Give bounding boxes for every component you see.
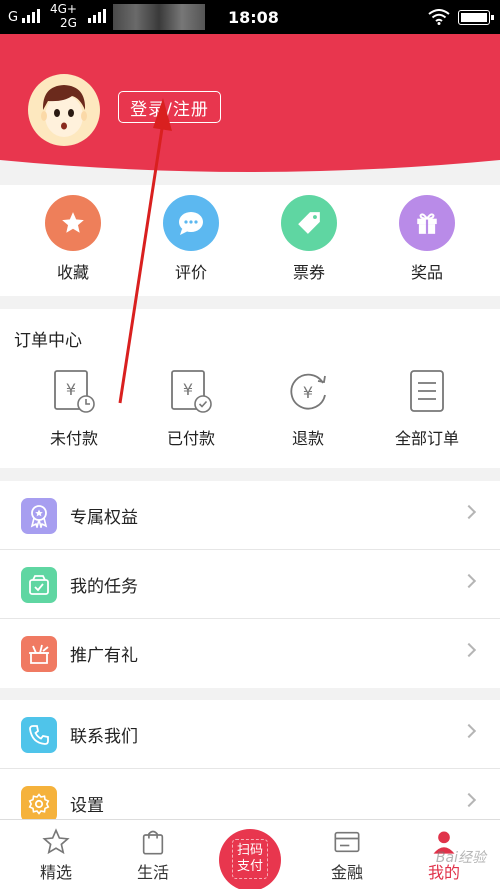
gift-icon xyxy=(399,195,455,251)
order-refund[interactable]: ¥ 退款 xyxy=(253,369,363,449)
status-bar: G 4G+ 2G 18:08 xyxy=(0,0,500,34)
menu-item-referral-rewards[interactable]: 推广有礼 xyxy=(0,619,500,688)
chevron-right-icon xyxy=(461,792,477,808)
signal-icon xyxy=(22,9,40,23)
order-list-icon xyxy=(410,370,444,412)
order-center-title: 订单中心 xyxy=(14,331,82,351)
menu-item-exclusive-benefits[interactable]: 专属权益 xyxy=(0,481,500,550)
menu-group-support: 联系我们 设置 xyxy=(0,700,500,819)
profile-header: 登录/注册 xyxy=(0,34,500,184)
star-outline-icon xyxy=(42,828,70,855)
quick-actions: 收藏 评价 票券 奖品 xyxy=(0,185,500,296)
quick-action-label: 票券 xyxy=(292,263,325,282)
chevron-right-icon xyxy=(461,642,477,658)
menu-item-contact-us[interactable]: 联系我们 xyxy=(0,700,500,769)
task-box-icon xyxy=(21,567,57,603)
yen-refund-icon: ¥ xyxy=(290,373,326,410)
tab-label: 精选 xyxy=(39,863,72,882)
login-register-button[interactable]: 登录/注册 xyxy=(118,91,221,123)
clock: 18:08 xyxy=(228,8,279,27)
ticket-tag-icon xyxy=(281,195,337,251)
card-icon xyxy=(334,831,360,853)
avatar[interactable] xyxy=(28,74,100,146)
bottom-nav: 精选 生活 扫码 支付 金融 我的 Bai经验 xyxy=(0,819,500,889)
order-unpaid[interactable]: ¥ 未付款 xyxy=(19,369,129,449)
network-type-primary: 4G+ xyxy=(50,2,77,16)
menu-item-my-tasks[interactable]: 我的任务 xyxy=(0,550,500,619)
shopping-bag-icon xyxy=(142,830,164,855)
phone-icon xyxy=(21,717,57,753)
tab-featured[interactable]: 精选 xyxy=(16,828,96,883)
order-all[interactable]: 全部订单 xyxy=(372,369,482,449)
carrier-label: G xyxy=(8,10,19,25)
tab-label: 生活 xyxy=(136,863,169,882)
svg-text:¥: ¥ xyxy=(183,380,193,399)
chat-bubble-icon xyxy=(163,195,219,251)
tab-finance[interactable]: 金融 xyxy=(307,828,387,883)
scan-pay-button[interactable]: 扫码 支付 xyxy=(219,829,281,889)
badge-ribbon-icon xyxy=(21,498,57,534)
battery-icon xyxy=(458,10,494,25)
menu-item-label: 专属权益 xyxy=(70,508,138,528)
order-paid[interactable]: ¥ 已付款 xyxy=(136,369,246,449)
quick-action-prizes[interactable]: 奖品 xyxy=(382,195,472,283)
menu-item-label: 我的任务 xyxy=(70,577,138,597)
menu-item-label: 联系我们 xyxy=(70,727,138,747)
chevron-right-icon xyxy=(461,723,477,739)
wifi-icon xyxy=(428,9,450,25)
star-icon xyxy=(45,195,101,251)
quick-action-label: 收藏 xyxy=(56,263,89,282)
order-item-label: 已付款 xyxy=(166,429,215,448)
chevron-right-icon xyxy=(461,504,477,520)
redacted-area xyxy=(113,4,205,30)
yen-clock-icon: ¥ xyxy=(54,370,95,413)
quick-action-label: 评价 xyxy=(174,263,207,282)
svg-text:¥: ¥ xyxy=(66,380,76,399)
order-item-label: 全部订单 xyxy=(394,429,459,448)
svg-text:¥: ¥ xyxy=(303,383,313,402)
gear-icon xyxy=(21,786,57,819)
quick-action-label: 奖品 xyxy=(410,263,443,282)
quick-action-reviews[interactable]: 评价 xyxy=(146,195,236,283)
quick-action-favorites[interactable]: 收藏 xyxy=(28,195,118,283)
gift-promo-icon xyxy=(21,636,57,672)
menu-item-label: 设置 xyxy=(70,796,104,816)
order-item-label: 退款 xyxy=(291,429,324,448)
quick-action-tickets[interactable]: 票券 xyxy=(264,195,354,283)
order-center: 订单中心 ¥ 未付款 ¥ 已付款 ¥ 退款 全部订单 xyxy=(0,309,500,468)
tab-label: 金融 xyxy=(330,863,363,882)
menu-item-label: 推广有礼 xyxy=(70,646,138,666)
yen-check-icon: ¥ xyxy=(171,370,212,413)
order-item-label: 未付款 xyxy=(49,429,98,448)
scan-frame-icon xyxy=(232,839,268,879)
menu-item-settings[interactable]: 设置 xyxy=(0,769,500,819)
signal-icon-2 xyxy=(88,9,106,23)
menu-group-benefits: 专属权益 我的任务 推广有礼 xyxy=(0,481,500,688)
watermark: Bai经验 xyxy=(435,850,486,866)
network-type-secondary: 2G xyxy=(60,16,77,30)
tab-life[interactable]: 生活 xyxy=(113,828,193,883)
chevron-right-icon xyxy=(461,573,477,589)
